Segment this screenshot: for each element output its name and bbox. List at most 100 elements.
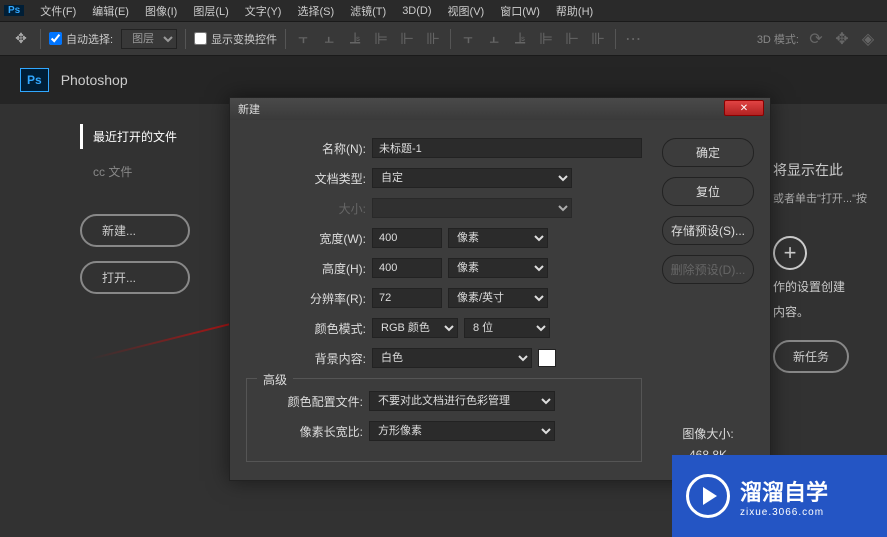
colormode-label: 颜色模式: bbox=[246, 320, 366, 337]
auto-select-input[interactable] bbox=[49, 32, 62, 45]
menu-file[interactable]: 文件(F) bbox=[32, 1, 84, 21]
distribute-icon[interactable]: ⫡ bbox=[511, 30, 529, 48]
new-button[interactable]: 新建... bbox=[80, 214, 190, 247]
menu-select[interactable]: 选择(S) bbox=[289, 1, 342, 21]
divider bbox=[185, 29, 186, 49]
show-transform-checkbox[interactable]: 显示变换控件 bbox=[194, 31, 277, 47]
resolution-input[interactable] bbox=[372, 288, 442, 308]
align-icon[interactable]: ⫟ bbox=[294, 30, 312, 48]
name-input[interactable] bbox=[372, 138, 642, 158]
move-tool-icon[interactable]: ✥ bbox=[10, 28, 32, 50]
bg-label: 背景内容: bbox=[246, 350, 366, 367]
height-unit-select[interactable]: 像素 bbox=[448, 258, 548, 278]
align-icon[interactable]: ⫡ bbox=[346, 30, 364, 48]
new-document-dialog: 新建 ✕ 名称(N): 文档类型: 自定 大小: 宽度(W): 像素 高度(H bbox=[229, 97, 771, 481]
desc-text: 作的设置创建 bbox=[773, 278, 867, 295]
hint-text: 将显示在此 bbox=[773, 160, 867, 180]
size-label: 大小: bbox=[246, 200, 366, 217]
menu-view[interactable]: 视图(V) bbox=[440, 1, 493, 21]
desc-text: 内容。 bbox=[773, 303, 867, 320]
menu-3d[interactable]: 3D(D) bbox=[394, 3, 439, 19]
size-label: 图像大小: bbox=[662, 425, 754, 442]
align-icon[interactable]: ⊪ bbox=[424, 30, 442, 48]
profile-label: 颜色配置文件: bbox=[257, 393, 363, 410]
delete-preset-button: 删除预设(D)... bbox=[662, 255, 754, 284]
watermark-sub: zixue.3066.com bbox=[740, 507, 828, 518]
open-button[interactable]: 打开... bbox=[80, 261, 190, 294]
dialog-form: 名称(N): 文档类型: 自定 大小: 宽度(W): 像素 高度(H): 像素 bbox=[246, 138, 642, 462]
height-label: 高度(H): bbox=[246, 260, 366, 277]
distribute-icon[interactable]: ⊫ bbox=[537, 30, 555, 48]
menu-image[interactable]: 图像(I) bbox=[137, 1, 185, 21]
options-bar: ✥ 自动选择: 图层 显示变换控件 ⫟ ⫠ ⫡ ⊫ ⊩ ⊪ ⫟ ⫠ ⫡ ⊫ ⊩ … bbox=[0, 22, 887, 56]
colormode-select[interactable]: RGB 颜色 bbox=[372, 318, 458, 338]
show-transform-label: 显示变换控件 bbox=[211, 31, 277, 47]
distribute-icon[interactable]: ⊪ bbox=[589, 30, 607, 48]
dialog-body: 名称(N): 文档类型: 自定 大小: 宽度(W): 像素 高度(H): 像素 bbox=[230, 120, 770, 480]
menu-edit[interactable]: 编辑(E) bbox=[84, 1, 137, 21]
ratio-label: 像素长宽比: bbox=[257, 423, 363, 440]
size-select bbox=[372, 198, 572, 218]
menu-help[interactable]: 帮助(H) bbox=[548, 1, 601, 21]
menu-filter[interactable]: 滤镜(T) bbox=[342, 1, 394, 21]
more-icon[interactable]: ⋯ bbox=[624, 30, 642, 48]
menubar: Ps 文件(F) 编辑(E) 图像(I) 图层(L) 文字(Y) 选择(S) 滤… bbox=[0, 0, 887, 22]
bg-color-swatch[interactable] bbox=[538, 349, 556, 367]
advanced-fieldset: 高级 颜色配置文件: 不要对此文档进行色彩管理 像素长宽比: 方形像素 bbox=[246, 378, 642, 462]
3d-zoom-icon[interactable]: ◈ bbox=[859, 30, 877, 48]
tab-cc-files[interactable]: cc 文件 bbox=[80, 159, 220, 184]
3d-orbit-icon[interactable]: ⟳ bbox=[807, 30, 825, 48]
watermark: 溜溜自学 zixue.3066.com bbox=[672, 455, 887, 537]
ratio-select[interactable]: 方形像素 bbox=[369, 421, 555, 441]
name-label: 名称(N): bbox=[246, 140, 366, 157]
app-logo-small: Ps bbox=[4, 5, 24, 16]
menu-window[interactable]: 窗口(W) bbox=[492, 1, 548, 21]
menu-layer[interactable]: 图层(L) bbox=[185, 1, 236, 21]
doctype-select[interactable]: 自定 bbox=[372, 168, 572, 188]
plus-icon[interactable]: + bbox=[773, 236, 807, 270]
dialog-title-text: 新建 bbox=[238, 101, 260, 117]
doctype-label: 文档类型: bbox=[246, 170, 366, 187]
align-icon[interactable]: ⊫ bbox=[372, 30, 390, 48]
distribute-icon[interactable]: ⫠ bbox=[485, 30, 503, 48]
align-icon[interactable]: ⫠ bbox=[320, 30, 338, 48]
bitdepth-select[interactable]: 8 位 bbox=[464, 318, 550, 338]
width-input[interactable] bbox=[372, 228, 442, 248]
auto-select-checkbox[interactable]: 自动选择: bbox=[49, 31, 113, 47]
layer-dropdown[interactable]: 图层 bbox=[121, 29, 177, 49]
close-icon[interactable]: ✕ bbox=[724, 100, 764, 116]
3d-pan-icon[interactable]: ✥ bbox=[833, 30, 851, 48]
tab-recent[interactable]: 最近打开的文件 bbox=[80, 124, 220, 149]
new-task-button[interactable]: 新任务 bbox=[773, 340, 849, 373]
resolution-label: 分辨率(R): bbox=[246, 290, 366, 307]
width-label: 宽度(W): bbox=[246, 230, 366, 247]
auto-select-label: 自动选择: bbox=[66, 31, 113, 47]
distribute-icon[interactable]: ⫟ bbox=[459, 30, 477, 48]
dialog-titlebar[interactable]: 新建 ✕ bbox=[230, 98, 770, 120]
3d-mode-label: 3D 模式: bbox=[757, 31, 799, 47]
reset-button[interactable]: 复位 bbox=[662, 177, 754, 206]
height-input[interactable] bbox=[372, 258, 442, 278]
watermark-main: 溜溜自学 bbox=[740, 475, 828, 507]
play-icon bbox=[686, 474, 730, 518]
app-badge: Ps bbox=[20, 68, 49, 92]
dialog-side-buttons: 确定 复位 存储预设(S)... 删除预设(D)... 图像大小: 468.8K bbox=[662, 138, 754, 462]
bg-select[interactable]: 白色 bbox=[372, 348, 532, 368]
watermark-text: 溜溜自学 zixue.3066.com bbox=[740, 475, 828, 518]
distribute-icon[interactable]: ⊩ bbox=[563, 30, 581, 48]
right-panel-hints: 将显示在此 或者单击"打开..."按 + 作的设置创建 内容。 新任务 bbox=[773, 160, 867, 373]
app-name: Photoshop bbox=[61, 72, 128, 88]
show-transform-input[interactable] bbox=[194, 32, 207, 45]
divider bbox=[40, 29, 41, 49]
align-icon[interactable]: ⊩ bbox=[398, 30, 416, 48]
width-unit-select[interactable]: 像素 bbox=[448, 228, 548, 248]
divider bbox=[450, 29, 451, 49]
profile-select[interactable]: 不要对此文档进行色彩管理 bbox=[369, 391, 555, 411]
start-sidebar: 最近打开的文件 cc 文件 新建... 打开... bbox=[80, 124, 220, 308]
divider bbox=[285, 29, 286, 49]
ok-button[interactable]: 确定 bbox=[662, 138, 754, 167]
menu-type[interactable]: 文字(Y) bbox=[237, 1, 290, 21]
divider bbox=[615, 29, 616, 49]
resolution-unit-select[interactable]: 像素/英寸 bbox=[448, 288, 548, 308]
save-preset-button[interactable]: 存储预设(S)... bbox=[662, 216, 754, 245]
